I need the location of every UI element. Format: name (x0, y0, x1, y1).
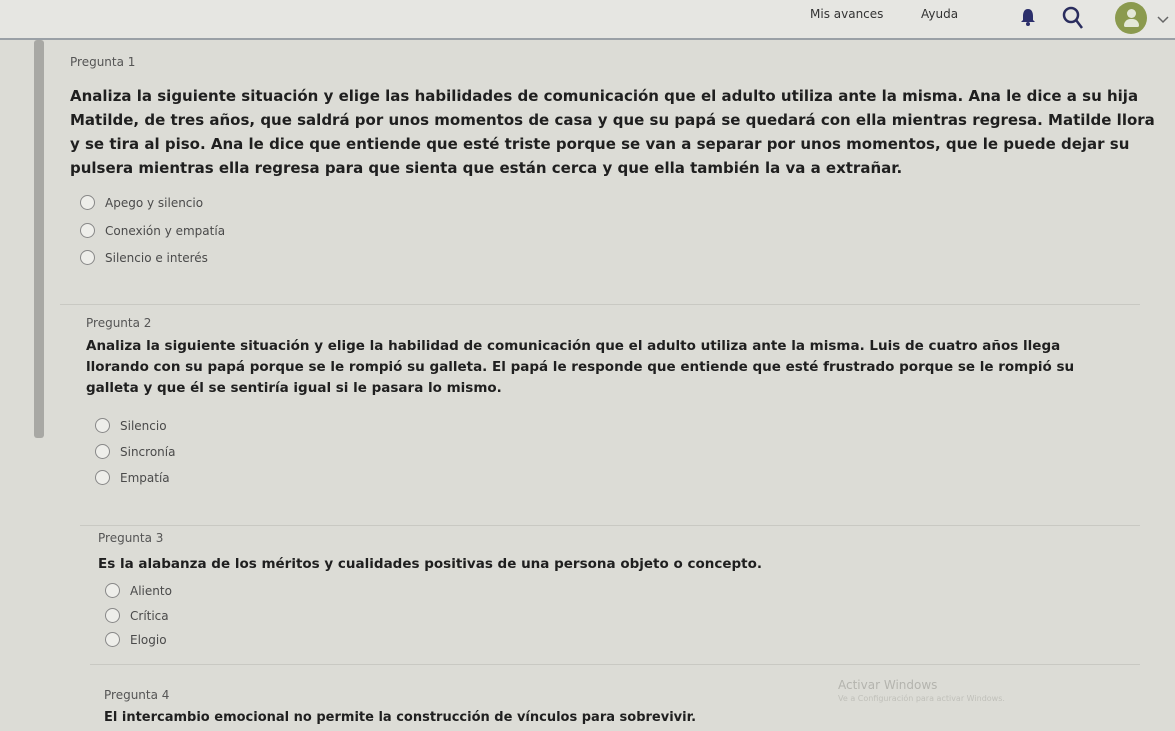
nav-link-ayuda[interactable]: Ayuda (921, 7, 958, 21)
question-2-number: Pregunta 2 (86, 316, 152, 330)
option-label: Conexión y empatía (105, 223, 226, 238)
radio-button[interactable] (105, 632, 120, 647)
question-2-option[interactable]: Sincronía (95, 444, 175, 459)
question-1-option[interactable]: Conexión y empatía (80, 223, 225, 238)
watermark-title: Activar Windows (838, 678, 938, 692)
watermark-subtitle: Ve a Configuración para activar Windows. (838, 694, 1005, 703)
windows-activation-watermark: Activar Windows Ve a Configuración para … (838, 678, 1005, 703)
question-2-option[interactable]: Silencio (95, 418, 167, 433)
option-label: Silencio e interés (105, 250, 208, 265)
scrollbar-thumb[interactable] (34, 40, 44, 438)
search-icon[interactable] (1062, 6, 1084, 34)
nav-link-mis-avances[interactable]: Mis avances (810, 7, 883, 21)
question-3-text: Es la alabanza de los méritos y cualidad… (98, 556, 763, 572)
top-bar: Mis avances Ayuda (0, 0, 1175, 40)
chevron-down-icon[interactable] (1156, 10, 1170, 29)
question-3-option[interactable]: Aliento (105, 583, 172, 598)
option-label: Crítica (130, 608, 169, 623)
question-4-number: Pregunta 4 (104, 688, 170, 702)
question-3-option[interactable]: Elogio (105, 632, 167, 647)
radio-button[interactable] (80, 250, 95, 265)
option-label: Silencio (120, 418, 167, 433)
radio-button[interactable] (80, 223, 95, 238)
radio-button[interactable] (105, 608, 120, 623)
question-4-text: El intercambio emocional no permite la c… (104, 710, 697, 725)
question-2-text: Analiza la siguiente situación y elige l… (86, 338, 1075, 396)
question-3-option[interactable]: Crítica (105, 608, 169, 623)
divider (60, 304, 1140, 305)
radio-button[interactable] (95, 470, 110, 485)
question-1-text: Analiza la siguiente situación y elige l… (70, 87, 1155, 177)
radio-button[interactable] (95, 418, 110, 433)
option-label: Sincronía (120, 444, 176, 459)
option-label: Empatía (120, 470, 170, 485)
question-1-number: Pregunta 1 (70, 55, 136, 69)
question-2-option[interactable]: Empatía (95, 470, 170, 485)
option-label: Elogio (130, 632, 167, 647)
radio-button[interactable] (80, 195, 95, 210)
divider (90, 664, 1140, 665)
avatar[interactable] (1115, 2, 1147, 34)
bell-icon[interactable] (1020, 8, 1036, 30)
question-1-option[interactable]: Apego y silencio (80, 195, 203, 210)
radio-button[interactable] (105, 583, 120, 598)
option-label: Aliento (130, 583, 172, 598)
divider (80, 525, 1140, 526)
question-1-option[interactable]: Silencio e interés (80, 250, 208, 265)
question-3-number: Pregunta 3 (98, 531, 164, 545)
radio-button[interactable] (95, 444, 110, 459)
option-label: Apego y silencio (105, 195, 204, 210)
